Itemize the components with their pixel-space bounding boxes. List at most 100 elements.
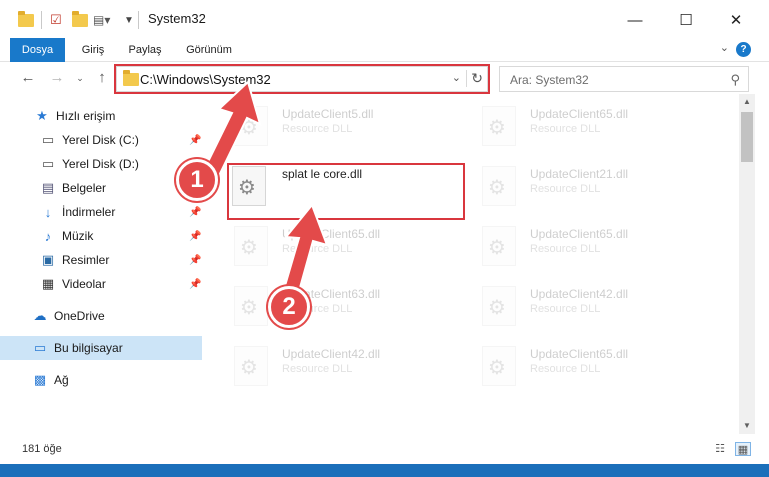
quick-access-dropdown-icon[interactable]: ▼ <box>124 10 134 30</box>
tab-view[interactable]: Görünüm <box>178 38 240 62</box>
address-highlight <box>114 64 490 94</box>
tab-home[interactable]: Giriş <box>73 38 113 62</box>
file-name: UpdateClient65.dll <box>530 227 629 241</box>
scroll-up-icon[interactable]: ▲ <box>739 94 755 110</box>
file-item[interactable]: ⚙ UpdateClient65.dll Resource DLL <box>458 216 698 272</box>
onedrive-icon: ☁ <box>33 308 47 323</box>
file-type: Resource DLL <box>282 243 353 255</box>
sidebar-item-label: Resimler <box>62 253 110 267</box>
file-highlight <box>227 163 465 220</box>
maximize-button[interactable]: ☐ <box>663 6 709 34</box>
file-item[interactable]: ⚙ UpdateClient65.dll Resource DLL <box>210 216 450 272</box>
sidebar-item-label: Müzik <box>62 229 94 243</box>
sidebar-item-documents[interactable]: ▤ Belgeler 📌 <box>0 176 202 200</box>
dll-file-icon: ⚙ <box>482 346 516 386</box>
file-type: Resource DLL <box>530 363 601 375</box>
pin-icon[interactable]: 📌 <box>189 279 201 290</box>
file-item[interactable]: ⚙ UpdateClient63.dll Resource DLL <box>210 276 450 332</box>
sidebar-item-quick-access[interactable]: ★ Hızlı erişim <box>0 104 202 128</box>
file-type: Resource DLL <box>530 243 601 255</box>
separator <box>41 11 42 29</box>
large-icons-view-icon[interactable]: ▦ <box>735 442 751 456</box>
customize-toolbar-icon[interactable]: ▤▾ <box>93 10 110 30</box>
close-button[interactable]: ✕ <box>713 6 759 34</box>
file-item[interactable]: ⚙ UpdateClient5.dll Resource DLL <box>210 96 450 152</box>
sidebar-item-network[interactable]: ▩ Ağ <box>0 368 202 392</box>
file-item[interactable]: ⚙ UpdateClient42.dll Resource DLL <box>458 276 698 332</box>
sidebar-item-videos[interactable]: ▦ Videolar 📌 <box>0 272 202 296</box>
file-name: UpdateClient65.dll <box>282 227 381 241</box>
window-title: System32 <box>148 11 206 26</box>
recent-locations-icon[interactable]: ⌄ <box>70 68 90 88</box>
sidebar-item-music[interactable]: ♪ Müzik 📌 <box>0 224 202 248</box>
sidebar-item-this-pc[interactable]: ▭ Bu bilgisayar <box>0 336 202 360</box>
tab-file[interactable]: Dosya <box>10 38 65 62</box>
sidebar-item-downloads[interactable]: ↓ İndirmeler 📌 <box>0 200 202 224</box>
videos-icon: ▦ <box>41 276 55 291</box>
scroll-down-icon[interactable]: ▼ <box>739 418 755 434</box>
step-2-badge: 2 <box>268 286 310 328</box>
scroll-thumb[interactable] <box>741 112 753 162</box>
details-view-icon[interactable]: ☷ <box>712 442 728 456</box>
step-1-badge: 1 <box>176 159 218 201</box>
dll-file-icon: ⚙ <box>234 106 268 146</box>
status-bar: 181 öğe ☷ ▦ <box>0 434 769 464</box>
up-icon[interactable]: ↑ <box>92 68 112 88</box>
pin-icon[interactable]: 📌 <box>189 135 201 146</box>
window-border <box>0 464 769 477</box>
file-type: Resource DLL <box>530 303 601 315</box>
dll-file-icon: ⚙ <box>482 226 516 266</box>
file-item[interactable]: ⚙ UpdateClient65.dll Resource DLL <box>458 336 698 392</box>
music-icon: ♪ <box>44 228 52 244</box>
file-name: UpdateClient5.dll <box>282 107 374 121</box>
search-input[interactable]: Ara: System32 ⚲ <box>499 66 749 92</box>
file-list: ⚙ UpdateClient5.dll Resource DLL ⚙ Updat… <box>206 94 739 434</box>
sidebar-item-label: Yerel Disk (C:) <box>62 133 139 147</box>
sidebar-item-label: Ağ <box>54 373 69 387</box>
tab-share[interactable]: Paylaş <box>122 38 168 62</box>
sidebar-item-label: Belgeler <box>62 181 107 195</box>
sidebar-item-pictures[interactable]: ▣ Resimler 📌 <box>0 248 202 272</box>
sidebar-item-label: Videolar <box>62 277 106 291</box>
sidebar-item-label: Bu bilgisayar <box>54 341 123 355</box>
pin-icon[interactable]: 📌 <box>189 231 201 242</box>
drive-c-icon: ▭ <box>41 132 55 147</box>
help-icon[interactable]: ? <box>736 42 751 57</box>
chevron-down-icon[interactable]: ⌄ <box>720 41 729 54</box>
this-pc-icon: ▭ <box>33 340 47 355</box>
minimize-button[interactable]: — <box>612 6 658 34</box>
sidebar-item-label: Yerel Disk (D:) <box>62 157 139 171</box>
pin-icon[interactable]: 📌 <box>189 207 201 218</box>
downloads-icon: ↓ <box>44 204 52 220</box>
file-item[interactable]: ⚙ UpdateClient21.dll Resource DLL <box>458 156 698 212</box>
file-type: Resource DLL <box>530 183 601 195</box>
new-folder-icon[interactable] <box>72 10 88 30</box>
sidebar-item-drive-c[interactable]: ▭ Yerel Disk (C:) 📌 <box>0 128 202 152</box>
file-type: Resource DLL <box>282 363 353 375</box>
properties-icon[interactable]: ☑ <box>50 10 62 30</box>
back-icon[interactable]: ← <box>18 68 38 88</box>
sidebar-item-drive-d[interactable]: ▭ Yerel Disk (D:) 📌 <box>0 152 202 176</box>
sidebar-item-onedrive[interactable]: ☁ OneDrive <box>0 304 202 328</box>
file-type: Resource DLL <box>530 123 601 135</box>
sidebar-item-label: İndirmeler <box>62 205 116 219</box>
forward-icon[interactable]: → <box>47 68 67 88</box>
pin-icon[interactable]: 📌 <box>189 255 201 266</box>
file-item[interactable]: ⚙ UpdateClient42.dll Resource DLL <box>210 336 450 392</box>
sidebar-item-label: Hızlı erişim <box>56 109 116 123</box>
item-count: 181 öğe <box>22 443 62 455</box>
dll-file-icon: ⚙ <box>482 106 516 146</box>
file-name: UpdateClient42.dll <box>282 347 381 361</box>
navigation-bar: ← → ⌄ ↑ C:\Windows\System32 ⌄ ↻ Ara: Sys… <box>0 62 769 94</box>
dll-file-icon: ⚙ <box>234 286 268 326</box>
file-type: Resource DLL <box>282 123 353 135</box>
network-icon: ▩ <box>33 372 47 387</box>
vertical-scrollbar[interactable]: ▲ ▼ <box>739 94 755 434</box>
dll-file-icon: ⚙ <box>234 346 268 386</box>
file-item[interactable]: ⚙ UpdateClient65.dll Resource DLL <box>458 96 698 152</box>
documents-icon: ▤ <box>41 180 55 195</box>
file-name: UpdateClient21.dll <box>530 167 629 181</box>
file-name: UpdateClient42.dll <box>530 287 629 301</box>
search-icon[interactable]: ⚲ <box>730 72 740 88</box>
title-bar: ☑ ▤▾ ▼ System32 — ☐ ✕ <box>0 0 769 38</box>
